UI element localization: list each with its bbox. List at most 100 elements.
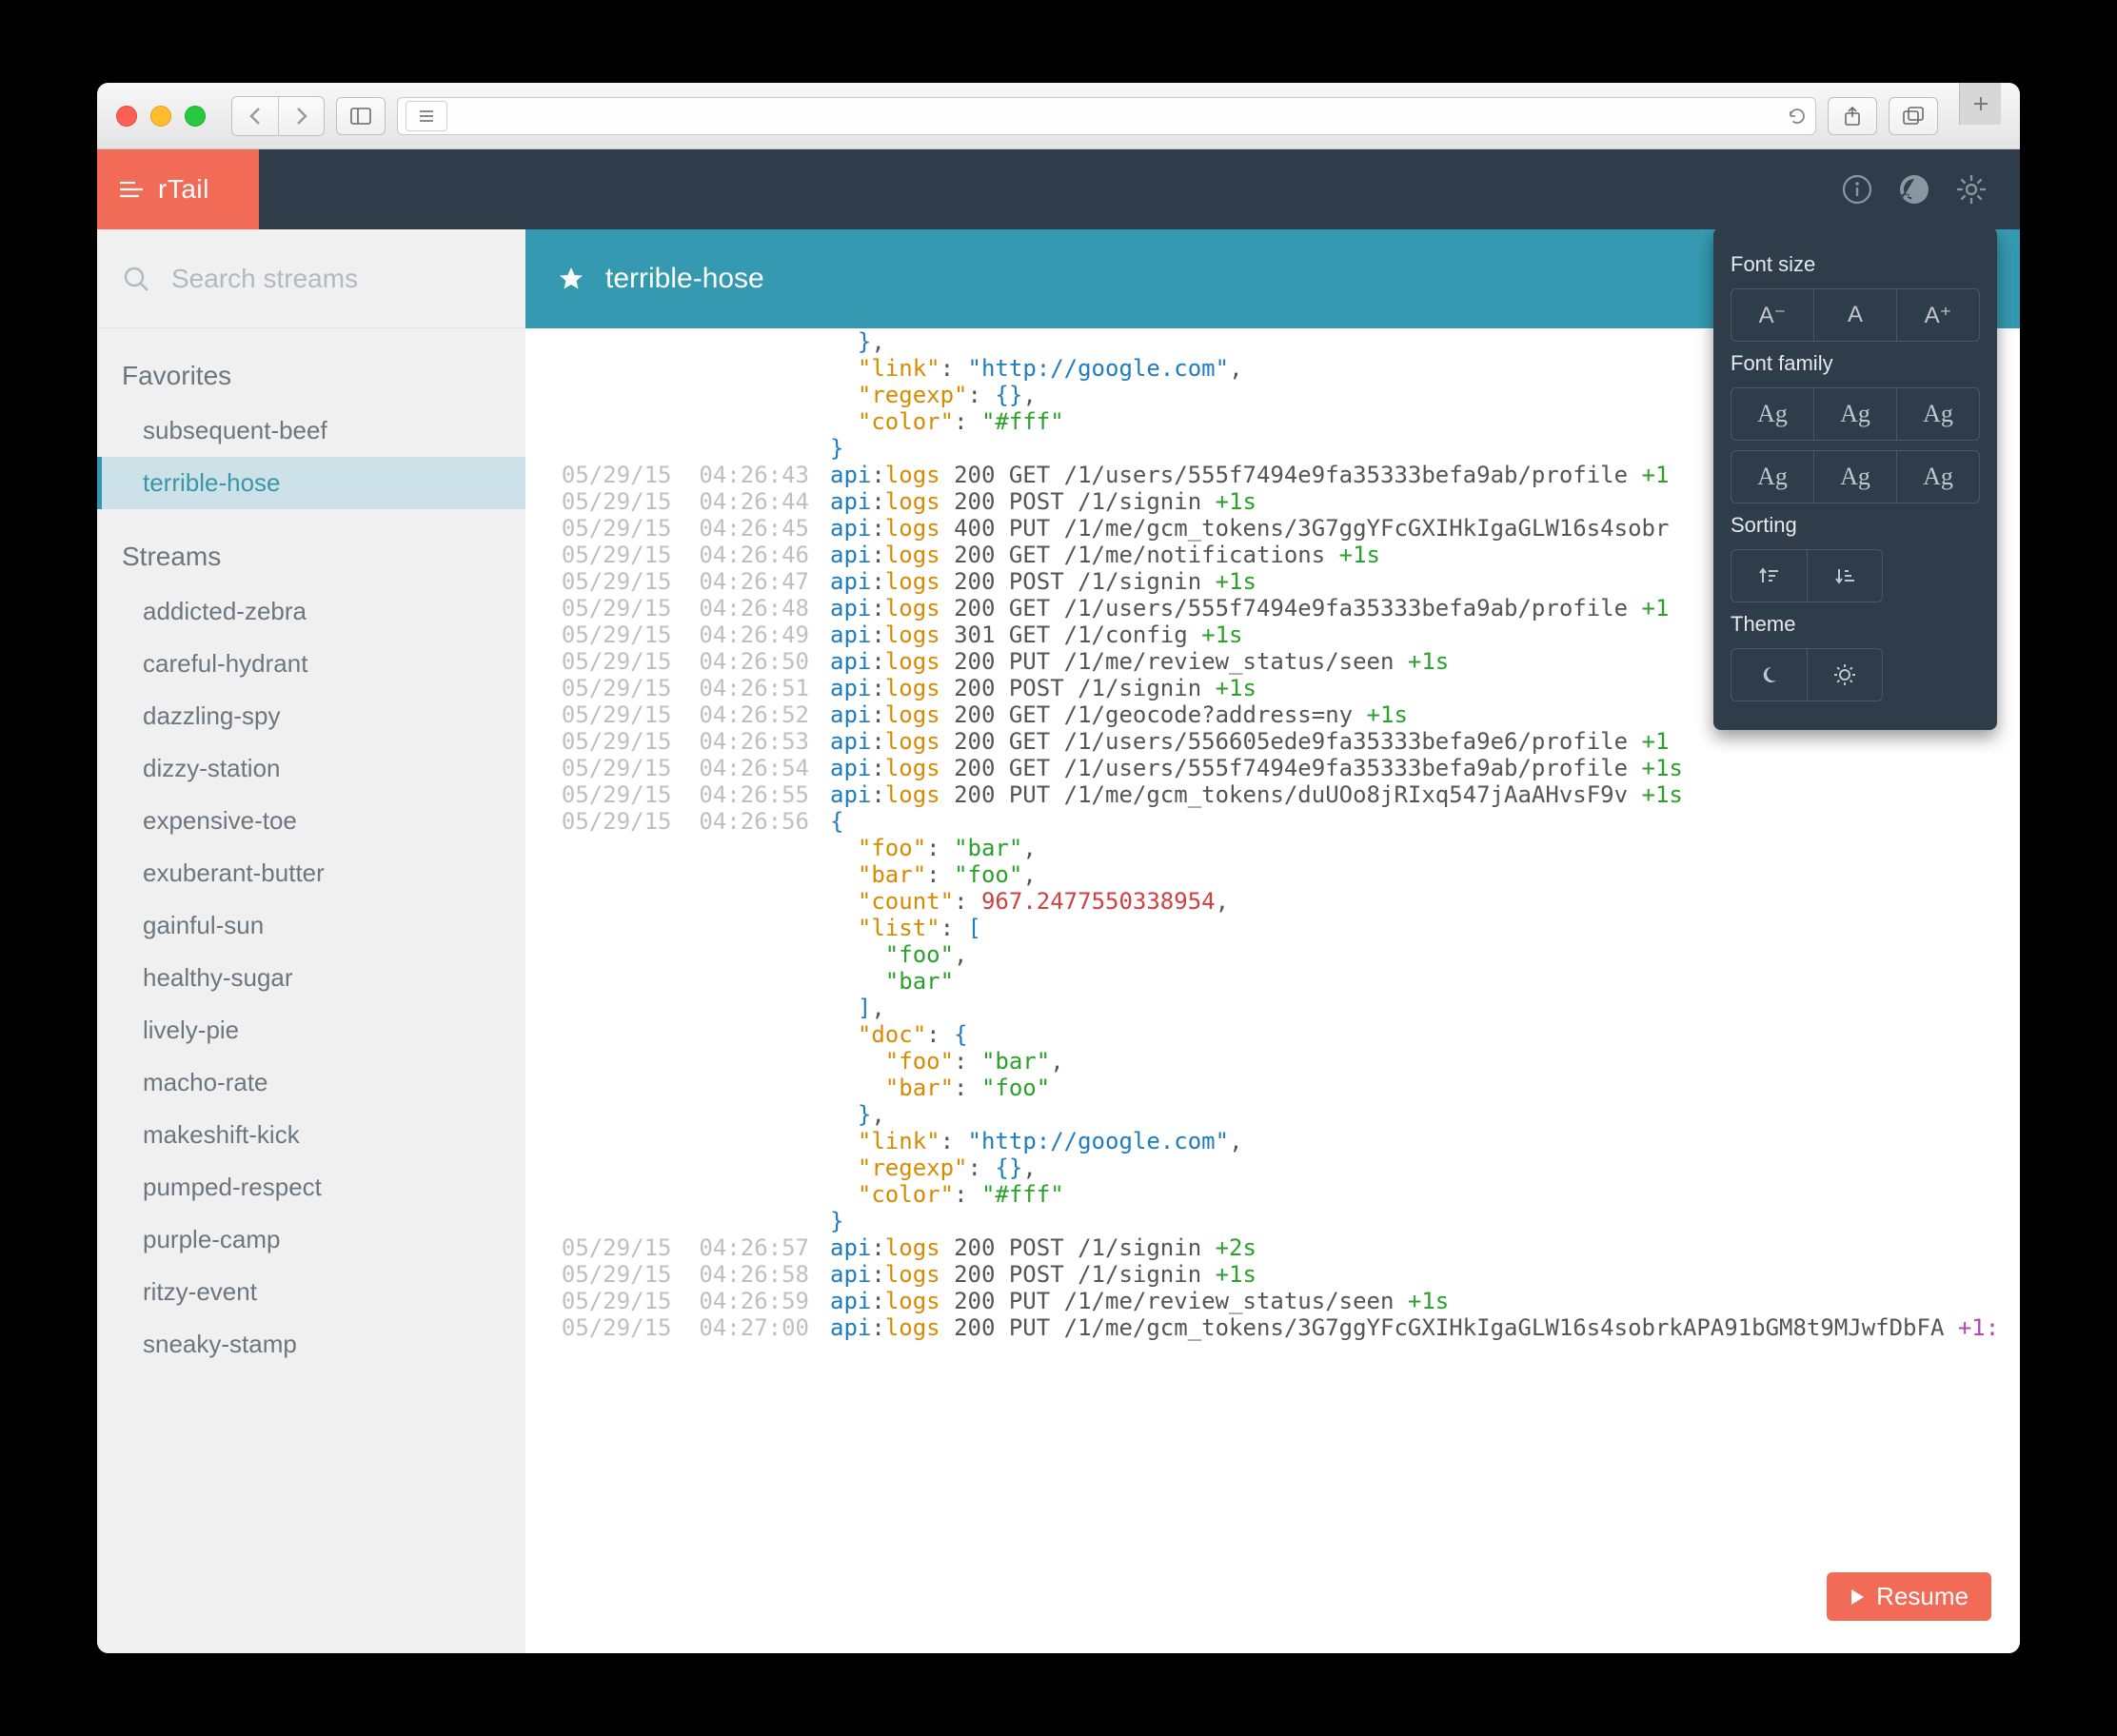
sidebar-item-makeshift-kick[interactable]: makeshift-kick: [97, 1109, 525, 1161]
new-tab-button[interactable]: [1959, 83, 2001, 125]
log-line: }: [525, 1208, 2020, 1234]
app-body: Favorites subsequent-beefterrible-hose S…: [97, 229, 2020, 1653]
minimize-window-icon[interactable]: [150, 106, 171, 127]
sidebar-item-exuberant-butter[interactable]: exuberant-butter: [97, 847, 525, 899]
reload-icon[interactable]: [1787, 106, 1808, 127]
maximize-window-icon[interactable]: [185, 106, 206, 127]
reader-icon[interactable]: [406, 101, 447, 131]
sidebar-item-purple-camp[interactable]: purple-camp: [97, 1213, 525, 1266]
sidebar-item-terrible-hose[interactable]: terrible-hose: [97, 457, 525, 509]
log-line: "color": "#fff": [525, 1181, 2020, 1208]
resume-label: Resume: [1876, 1582, 1969, 1611]
sidebar-toggle-icon[interactable]: [336, 97, 386, 135]
github-icon[interactable]: [1898, 173, 1930, 206]
log-line: "link": "http://google.com",: [525, 1128, 2020, 1154]
search-row: [97, 229, 525, 328]
app: rTail: [97, 149, 2020, 1653]
sidebar-item-pumped-respect[interactable]: pumped-respect: [97, 1161, 525, 1213]
sidebar-item-ritzy-event[interactable]: ritzy-event: [97, 1266, 525, 1318]
star-icon[interactable]: [558, 266, 584, 292]
favorites-list: subsequent-beefterrible-hose: [97, 404, 525, 509]
streams-title: Streams: [97, 509, 525, 585]
sorting-label: Sorting: [1731, 513, 1980, 538]
brand[interactable]: rTail: [97, 149, 259, 229]
log-line: 05/29/15 04:27:00api:logs 200 PUT /1/me/…: [525, 1314, 2020, 1341]
log-line: 05/29/15 04:26:59api:logs 200 PUT /1/me/…: [525, 1288, 2020, 1314]
theme-dark-button[interactable]: [1731, 649, 1807, 700]
address-bar[interactable]: [397, 97, 1816, 135]
info-icon[interactable]: [1841, 173, 1873, 206]
font-family-option-0[interactable]: Ag: [1731, 388, 1813, 440]
main: terrible-hose }, "link": "http://google.…: [525, 229, 2020, 1653]
font-family-option-2[interactable]: Ag: [1896, 388, 1979, 440]
font-family-option-5[interactable]: Ag: [1896, 451, 1979, 503]
sidebar-item-macho-rate[interactable]: macho-rate: [97, 1056, 525, 1109]
tabs-icon[interactable]: [1889, 97, 1938, 135]
sidebar-item-healthy-sugar[interactable]: healthy-sugar: [97, 952, 525, 1004]
gear-icon[interactable]: [1955, 173, 1988, 206]
sidebar-item-dazzling-spy[interactable]: dazzling-spy: [97, 690, 525, 742]
log-line: 05/29/15 04:26:53api:logs 200 GET /1/use…: [525, 728, 2020, 755]
browser-chrome: [97, 83, 2020, 149]
log-line: "foo": "bar",: [525, 835, 2020, 861]
log-line: "bar": "foo",: [525, 861, 2020, 888]
log-line: "regexp": {},: [525, 1154, 2020, 1181]
log-line: "list": [: [525, 915, 2020, 941]
favorites-title: Favorites: [97, 328, 525, 404]
log-line: ],: [525, 995, 2020, 1021]
log-line: 05/29/15 04:26:57api:logs 200 POST /1/si…: [525, 1234, 2020, 1261]
sidebar: Favorites subsequent-beefterrible-hose S…: [97, 229, 525, 1653]
sidebar-item-gainful-sun[interactable]: gainful-sun: [97, 899, 525, 952]
search-input[interactable]: [171, 264, 501, 294]
sorting-options: [1731, 549, 1883, 602]
forward-button[interactable]: [278, 97, 324, 135]
search-icon: [122, 265, 150, 293]
play-icon: [1850, 1588, 1865, 1606]
theme-options: [1731, 648, 1883, 701]
log-line: "foo": "bar",: [525, 1048, 2020, 1075]
app-header: rTail: [97, 149, 2020, 229]
traffic-lights: [116, 106, 206, 127]
back-button[interactable]: [232, 97, 278, 135]
log-line: },: [525, 1101, 2020, 1128]
sidebar-item-expensive-toe[interactable]: expensive-toe: [97, 795, 525, 847]
log-line: "foo",: [525, 941, 2020, 968]
sidebar-item-careful-hydrant[interactable]: careful-hydrant: [97, 638, 525, 690]
font-family-row-1: AgAgAg: [1731, 387, 1980, 441]
font-size-options: A⁻AA⁺: [1731, 288, 1980, 342]
sidebar-item-addicted-zebra[interactable]: addicted-zebra: [97, 585, 525, 638]
font-family-option-3[interactable]: Ag: [1731, 451, 1813, 503]
log-line: 05/29/15 04:26:58api:logs 200 POST /1/si…: [525, 1261, 2020, 1288]
sort-desc-button[interactable]: [1807, 550, 1883, 602]
sidebar-item-lively-pie[interactable]: lively-pie: [97, 1004, 525, 1056]
font-family-label: Font family: [1731, 351, 1980, 376]
log-line: "doc": {: [525, 1021, 2020, 1048]
font-size-option-2[interactable]: A⁺: [1896, 289, 1979, 341]
log-line: "count": 967.2477550338954,: [525, 888, 2020, 915]
log-line: "bar": "foo": [525, 1075, 2020, 1101]
log-line: "bar": [525, 968, 2020, 995]
font-size-option-0[interactable]: A⁻: [1731, 289, 1813, 341]
brand-name: rTail: [158, 174, 209, 205]
resume-button[interactable]: Resume: [1827, 1572, 1991, 1621]
font-size-option-1[interactable]: A: [1813, 289, 1896, 341]
sidebar-item-dizzy-station[interactable]: dizzy-station: [97, 742, 525, 795]
sidebar-item-subsequent-beef[interactable]: subsequent-beef: [97, 404, 525, 457]
close-window-icon[interactable]: [116, 106, 137, 127]
share-icon[interactable]: [1828, 97, 1877, 135]
sort-asc-button[interactable]: [1731, 550, 1807, 602]
stream-title: terrible-hose: [605, 263, 764, 295]
font-size-label: Font size: [1731, 252, 1980, 277]
log-line: 05/29/15 04:26:54api:logs 200 GET /1/use…: [525, 755, 2020, 781]
log-line: 05/29/15 04:26:56{: [525, 808, 2020, 835]
browser-window: rTail: [97, 83, 2020, 1653]
font-family-option-1[interactable]: Ag: [1813, 388, 1896, 440]
settings-panel: Font size A⁻AA⁺ Font family AgAgAg AgAgA…: [1713, 229, 1997, 730]
menu-icon: [118, 180, 145, 199]
sidebar-item-sneaky-stamp[interactable]: sneaky-stamp: [97, 1318, 525, 1371]
nav-back-forward: [231, 96, 325, 136]
font-family-option-4[interactable]: Ag: [1813, 451, 1896, 503]
header-actions: [1841, 173, 2020, 206]
streams-list: addicted-zebracareful-hydrantdazzling-sp…: [97, 585, 525, 1371]
theme-light-button[interactable]: [1807, 649, 1883, 700]
